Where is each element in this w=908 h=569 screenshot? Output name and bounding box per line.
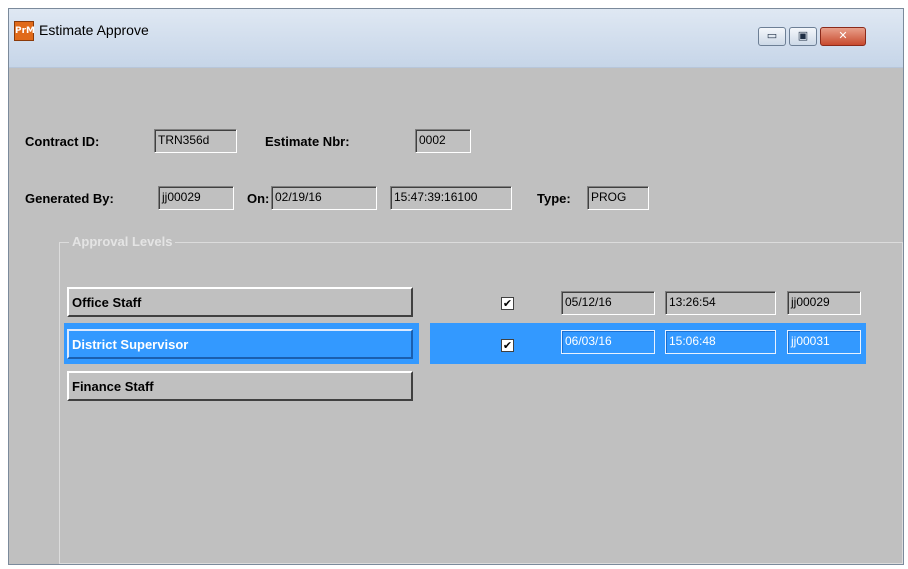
minimize-button[interactable]: ▭ [758,27,786,46]
on-label: On: [247,191,270,206]
district-supervisor-approved-checkbox[interactable]: ✔ [501,339,514,352]
office-staff-user-field[interactable]: jj00029 [787,291,861,315]
level-office-staff-button[interactable]: Office Staff [67,287,413,317]
office-staff-date-field[interactable]: 05/12/16 [561,291,655,315]
district-supervisor-user-field[interactable]: jj00031 [787,330,861,354]
type-field[interactable]: PROG [587,186,649,210]
form-area: Contract ID: TRN356d Estimate Nbr: 0002 … [9,67,903,564]
estimate-nbr-field[interactable]: 0002 [415,129,471,153]
contract-id-label: Contract ID: [25,134,100,149]
level-finance-staff-button[interactable]: Finance Staff [67,371,413,401]
close-button[interactable]: ✕ [820,27,866,46]
level-district-supervisor-button[interactable]: District Supervisor [67,329,413,359]
approval-levels-title: Approval Levels [69,234,176,249]
window-title: Estimate Approve [39,22,149,38]
generated-by-label: Generated By: [25,191,114,206]
on-date-field[interactable]: 02/19/16 [271,186,377,210]
office-staff-time-field[interactable]: 13:26:54 [665,291,776,315]
type-label: Type: [537,191,571,206]
on-time-field[interactable]: 15:47:39:16100 [390,186,512,210]
estimate-approve-window: PrM Estimate Approve ▭ ▣ ✕ Contract ID: … [8,8,904,565]
district-supervisor-time-field[interactable]: 15:06:48 [665,330,776,354]
office-staff-approved-checkbox[interactable]: ✔ [501,297,514,310]
district-supervisor-date-field[interactable]: 06/03/16 [561,330,655,354]
generated-by-field[interactable]: jj00029 [158,186,234,210]
title-bar[interactable]: PrM Estimate Approve ▭ ▣ ✕ [9,9,903,68]
maximize-button[interactable]: ▣ [789,27,817,46]
estimate-nbr-label: Estimate Nbr: [265,134,350,149]
contract-id-field[interactable]: TRN356d [154,129,237,153]
app-icon: PrM [14,21,35,41]
